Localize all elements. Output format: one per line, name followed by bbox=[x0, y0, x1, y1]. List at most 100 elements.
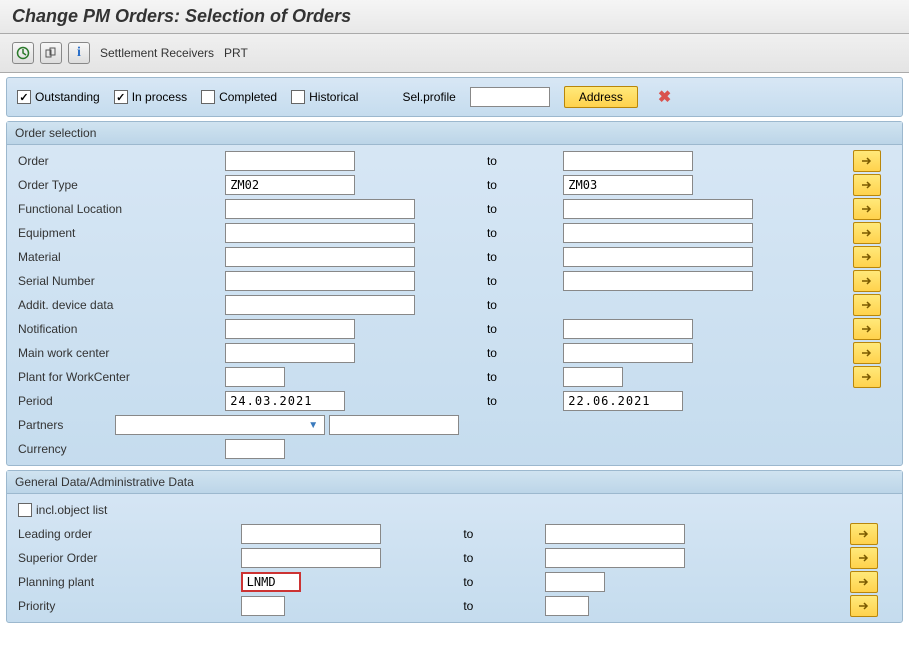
material-to-label: to bbox=[484, 245, 560, 269]
order-type-from-input[interactable] bbox=[225, 175, 355, 195]
material-to-input[interactable] bbox=[563, 247, 753, 267]
equipment-multi-button[interactable] bbox=[853, 222, 881, 244]
execute-button[interactable] bbox=[12, 42, 34, 64]
func-loc-from-input[interactable] bbox=[225, 199, 415, 219]
equipment-to-input[interactable] bbox=[563, 223, 753, 243]
completed-checkbox[interactable] bbox=[201, 90, 215, 104]
order-type-multi-button[interactable] bbox=[853, 174, 881, 196]
currency-input[interactable] bbox=[225, 439, 285, 459]
order-type-to-input[interactable] bbox=[563, 175, 693, 195]
notification-to-input[interactable] bbox=[563, 319, 693, 339]
currency-label: Currency bbox=[15, 437, 222, 461]
priority-to-input[interactable] bbox=[545, 596, 589, 616]
superior-order-to-label: to bbox=[460, 546, 542, 570]
historical-label: Historical bbox=[309, 90, 358, 104]
delete-icon[interactable]: ✖ bbox=[658, 87, 671, 107]
superior-order-label: Superior Order bbox=[15, 546, 238, 570]
serial-number-to-label: to bbox=[484, 269, 560, 293]
serial-number-to-input[interactable] bbox=[563, 271, 753, 291]
incl-object-list-checkbox[interactable] bbox=[18, 503, 32, 517]
planning-plant-from-input[interactable] bbox=[241, 572, 301, 592]
info-icon: i bbox=[77, 45, 81, 61]
order-multi-button[interactable] bbox=[853, 150, 881, 172]
equipment-to-label: to bbox=[484, 221, 560, 245]
superior-order-from-input[interactable] bbox=[241, 548, 381, 568]
outstanding-label: Outstanding bbox=[35, 90, 100, 104]
leading-order-to-input[interactable] bbox=[545, 524, 685, 544]
order-to-input[interactable] bbox=[563, 151, 693, 171]
notification-label: Notification bbox=[15, 317, 222, 341]
plant-wc-label: Plant for WorkCenter bbox=[15, 365, 222, 389]
partners-dropdown[interactable]: ▼ bbox=[115, 415, 325, 435]
order-from-input[interactable] bbox=[225, 151, 355, 171]
leading-order-from-input[interactable] bbox=[241, 524, 381, 544]
incl-object-list-label: incl.object list bbox=[36, 503, 107, 517]
historical-checkbox[interactable] bbox=[291, 90, 305, 104]
priority-multi-button[interactable] bbox=[850, 595, 878, 617]
planning-plant-multi-button[interactable] bbox=[850, 571, 878, 593]
plant-wc-from-input[interactable] bbox=[225, 367, 285, 387]
order-status-panel: Outstanding In process Completed Histori… bbox=[6, 77, 903, 117]
plant-wc-to-input[interactable] bbox=[563, 367, 623, 387]
general-data-grid: incl.object list Leading order to Superi… bbox=[15, 498, 894, 618]
addit-device-label: Addit. device data bbox=[15, 293, 222, 317]
leading-order-multi-button[interactable] bbox=[850, 523, 878, 545]
planning-plant-to-label: to bbox=[460, 570, 542, 594]
serial-number-multi-button[interactable] bbox=[853, 270, 881, 292]
settlement-receivers-link[interactable]: Settlement Receivers bbox=[100, 46, 214, 60]
info-button[interactable]: i bbox=[68, 42, 90, 64]
planning-plant-label: Planning plant bbox=[15, 570, 238, 594]
order-type-to-label: to bbox=[484, 173, 560, 197]
in-process-checkbox[interactable] bbox=[114, 90, 128, 104]
order-label: Order bbox=[15, 149, 222, 173]
page-title: Change PM Orders: Selection of Orders bbox=[0, 0, 909, 34]
material-multi-button[interactable] bbox=[853, 246, 881, 268]
general-data-panel: General Data/Administrative Data incl.ob… bbox=[6, 470, 903, 623]
superior-order-to-input[interactable] bbox=[545, 548, 685, 568]
equipment-from-input[interactable] bbox=[225, 223, 415, 243]
plant-wc-multi-button[interactable] bbox=[853, 366, 881, 388]
sel-profile-label: Sel.profile bbox=[402, 90, 455, 104]
order-to-label: to bbox=[484, 149, 560, 173]
outstanding-checkbox[interactable] bbox=[17, 90, 31, 104]
superior-order-multi-button[interactable] bbox=[850, 547, 878, 569]
serial-number-label: Serial Number bbox=[15, 269, 222, 293]
leading-order-label: Leading order bbox=[15, 522, 238, 546]
func-loc-to-label: to bbox=[484, 197, 560, 221]
main-work-center-to-input[interactable] bbox=[563, 343, 693, 363]
sel-profile-input[interactable] bbox=[470, 87, 550, 107]
general-data-header: General Data/Administrative Data bbox=[7, 471, 902, 494]
main-work-center-from-input[interactable] bbox=[225, 343, 355, 363]
dropdown-arrow-icon: ▼ bbox=[308, 420, 318, 431]
notification-to-label: to bbox=[484, 317, 560, 341]
addit-device-multi-button[interactable] bbox=[853, 294, 881, 316]
func-loc-multi-button[interactable] bbox=[853, 198, 881, 220]
variants-button[interactable] bbox=[40, 42, 62, 64]
main-work-center-multi-button[interactable] bbox=[853, 342, 881, 364]
planning-plant-to-input[interactable] bbox=[545, 572, 605, 592]
period-label: Period bbox=[15, 389, 222, 413]
prt-link[interactable]: PRT bbox=[224, 46, 248, 60]
priority-to-label: to bbox=[460, 594, 542, 618]
material-from-input[interactable] bbox=[225, 247, 415, 267]
notification-from-input[interactable] bbox=[225, 319, 355, 339]
priority-from-input[interactable] bbox=[241, 596, 285, 616]
address-button-label: Address bbox=[579, 90, 623, 104]
addit-device-to-label: to bbox=[484, 293, 560, 317]
page-title-text: Change PM Orders: Selection of Orders bbox=[12, 6, 351, 26]
notification-multi-button[interactable] bbox=[853, 318, 881, 340]
addit-device-from-input[interactable] bbox=[225, 295, 415, 315]
material-label: Material bbox=[15, 245, 222, 269]
address-button[interactable]: Address bbox=[564, 86, 638, 108]
func-loc-to-input[interactable] bbox=[563, 199, 753, 219]
period-from-input[interactable] bbox=[225, 391, 345, 411]
main-work-center-to-label: to bbox=[484, 341, 560, 365]
serial-number-from-input[interactable] bbox=[225, 271, 415, 291]
partners-input[interactable] bbox=[329, 415, 459, 435]
period-to-input[interactable] bbox=[563, 391, 683, 411]
toolbar: i Settlement Receivers PRT bbox=[0, 34, 909, 73]
equipment-label: Equipment bbox=[15, 221, 222, 245]
order-selection-grid: Order to Order Type to Functional Lo bbox=[15, 149, 894, 461]
plant-wc-to-label: to bbox=[484, 365, 560, 389]
main-work-center-label: Main work center bbox=[15, 341, 222, 365]
